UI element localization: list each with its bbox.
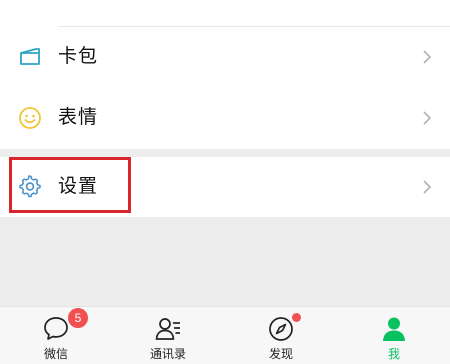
chevron-right-icon [423, 180, 432, 194]
settings-highlight-box [9, 157, 131, 213]
tab-discover[interactable]: 发现 [241, 307, 321, 364]
tab-chats[interactable]: 5 微信 [16, 307, 96, 364]
tab-label: 我 [387, 347, 400, 361]
sticker-smile-icon [19, 107, 41, 129]
chevron-right-icon [423, 50, 432, 64]
contacts-icon [155, 318, 180, 340]
tab-label: 通讯录 [149, 347, 186, 361]
card-wallet-icon [20, 48, 40, 65]
bottom-tab-bar: 5 微信 通讯录 发现 我 [0, 306, 450, 364]
menu-item-card-wallet[interactable]: 卡包 [0, 27, 450, 87]
tab-contacts[interactable]: 通讯录 [128, 307, 208, 364]
person-icon [383, 317, 405, 341]
chevron-right-icon [423, 111, 432, 125]
tab-label: 发现 [268, 347, 293, 361]
menu-item-album[interactable]: 相册 [0, 0, 450, 12]
tab-me[interactable]: 我 [354, 307, 434, 364]
menu-item-label: 表情 [58, 106, 99, 128]
new-content-dot [292, 313, 301, 322]
menu-item-stickers[interactable]: 表情 [0, 88, 450, 148]
menu-item-label: 卡包 [58, 45, 99, 67]
menu-group: 相册 卡包 表情 [0, 0, 450, 149]
compass-icon [269, 317, 293, 341]
unread-badge: 5 [68, 308, 88, 328]
chat-bubble-icon [44, 317, 68, 340]
tab-label: 微信 [43, 347, 68, 361]
